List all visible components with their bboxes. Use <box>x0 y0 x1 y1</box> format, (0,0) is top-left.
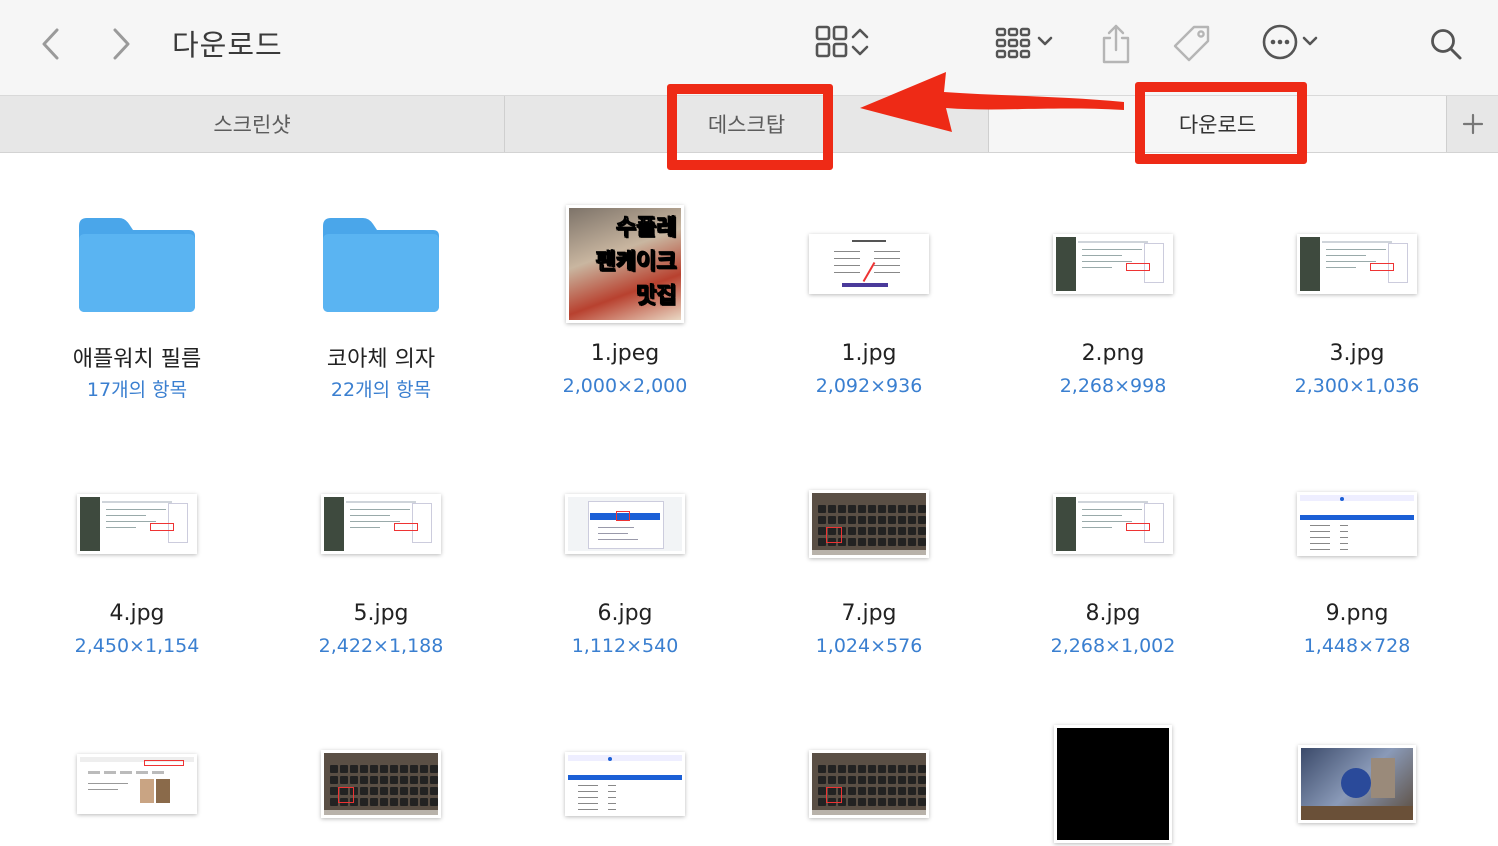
file-name-label: 2.png <box>1081 341 1145 366</box>
file-thumbnail-1-jpg[interactable] <box>809 234 929 294</box>
group-by-button[interactable] <box>984 22 1064 66</box>
file-name-label: 7.jpg <box>841 601 897 626</box>
file-meta-label: 2,422×1,188 <box>318 635 444 657</box>
file-thumbnail-row3-col5[interactable] <box>1054 725 1172 843</box>
file-name-label: 애플워치 필름 <box>72 347 202 372</box>
file-name-label: 코아체 의자 <box>326 347 436 372</box>
share-icon[interactable] <box>1094 20 1138 68</box>
window-title: 다운로드 <box>172 28 283 62</box>
chevron-right-icon[interactable] <box>104 24 140 64</box>
file-thumbnail-row3-col6[interactable] <box>1298 745 1416 823</box>
annotation-arrow <box>860 72 1124 132</box>
file-thumbnail-7-jpg[interactable] <box>809 490 929 558</box>
grid-view-icon <box>813 24 849 64</box>
file-meta-label: 2,268×998 <box>1059 375 1167 397</box>
file-meta-label: 1,112×540 <box>571 635 679 657</box>
file-thumbnail-3-jpg[interactable] <box>1297 234 1417 294</box>
plus-icon[interactable] <box>1446 96 1498 152</box>
file-meta-label: 2,092×936 <box>815 375 923 397</box>
thumbnail-overlay-text: 팬케이크 <box>596 250 678 276</box>
file-meta-label: 2,300×1,036 <box>1294 375 1420 397</box>
file-name-label: 1.jpeg <box>590 341 660 366</box>
file-thumbnail-1-jpeg[interactable]: 수플레팬케이크맛집 <box>566 205 684 323</box>
tab-screenshots[interactable]: 스크린샷 <box>0 96 505 152</box>
folder-icon[interactable] <box>319 212 443 316</box>
file-meta-label: 17개의 항목 <box>86 379 188 401</box>
chevron-left-icon[interactable] <box>32 24 68 64</box>
file-thumbnail-9-png[interactable] <box>1297 492 1417 556</box>
file-meta-label: 2,268×1,002 <box>1050 635 1176 657</box>
file-name-label: 8.jpg <box>1085 601 1141 626</box>
view-mode-button[interactable] <box>806 22 878 66</box>
ellipsis-circle-icon <box>1260 22 1300 66</box>
file-thumbnail-row3-col3[interactable] <box>565 752 685 816</box>
file-meta-label: 1,024×576 <box>815 635 923 657</box>
file-meta-label: 22개의 항목 <box>330 379 432 401</box>
file-thumbnail-row3-col4[interactable] <box>809 750 929 818</box>
thumbnail-overlay-text: 수플레 <box>616 216 678 242</box>
file-thumbnail-8-jpg[interactable] <box>1053 494 1173 554</box>
more-actions-button[interactable] <box>1252 22 1328 66</box>
file-thumbnail-row3-col2[interactable] <box>321 750 441 818</box>
chevron-down-icon <box>1035 24 1055 64</box>
group-by-icon <box>993 24 1035 64</box>
file-meta-label: 1,448×728 <box>1303 635 1411 657</box>
thumbnail-overlay-text: 맛집 <box>636 284 677 310</box>
file-name-label: 4.jpg <box>109 601 165 626</box>
file-thumbnail-5-jpg[interactable] <box>321 494 441 554</box>
file-thumbnail-6-jpg[interactable] <box>565 494 685 554</box>
chevron-down-icon <box>1300 24 1320 64</box>
file-name-label: 3.jpg <box>1329 341 1385 366</box>
file-thumbnail-4-jpg[interactable] <box>77 494 197 554</box>
file-thumbnail-row3-col1[interactable] <box>77 754 197 814</box>
file-thumbnail-2-png[interactable] <box>1053 234 1173 294</box>
file-name-label: 5.jpg <box>353 601 409 626</box>
tab-label: 스크린샷 <box>213 113 291 137</box>
annotation-box-downloads <box>1135 82 1307 164</box>
search-icon[interactable] <box>1424 22 1468 66</box>
file-meta-label: 2,450×1,154 <box>74 635 200 657</box>
annotation-box-desktop <box>667 84 833 170</box>
file-name-label: 9.png <box>1325 601 1389 626</box>
tag-icon[interactable] <box>1168 20 1216 68</box>
file-meta-label: 2,000×2,000 <box>562 375 688 397</box>
file-name-label: 6.jpg <box>597 601 653 626</box>
chevron-updown-icon <box>849 24 871 64</box>
file-name-label: 1.jpg <box>841 341 897 366</box>
folder-icon[interactable] <box>75 212 199 316</box>
